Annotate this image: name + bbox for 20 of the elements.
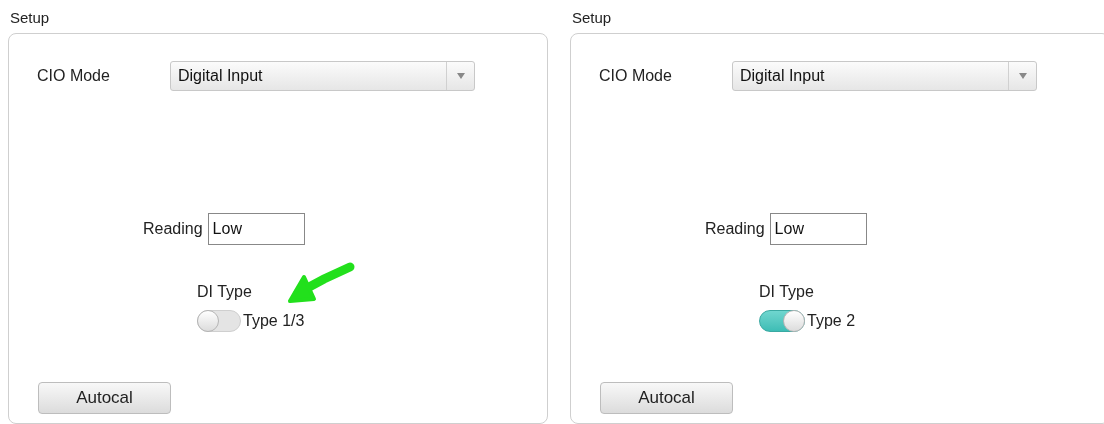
toggle-switch[interactable] xyxy=(197,309,241,332)
section-title: Setup xyxy=(572,9,612,28)
autocal-button[interactable]: Autocal xyxy=(38,381,171,414)
field-label: CIO Mode xyxy=(37,65,111,86)
mode-dropdown[interactable]: Digital Input xyxy=(170,60,475,91)
field-label: Reading xyxy=(705,218,765,239)
field-label: CIO Mode xyxy=(599,65,673,86)
dropdown-caret-icon xyxy=(1018,72,1027,79)
dropdown-caret-icon xyxy=(456,72,465,79)
mode-dropdown[interactable]: Digital Input xyxy=(732,60,1037,91)
field-label: DI Type xyxy=(759,281,814,302)
reading-field[interactable]: Low xyxy=(769,212,867,245)
field-label: Reading xyxy=(143,218,203,239)
section-title: Setup xyxy=(10,9,50,28)
toggle-label: Type 2 xyxy=(807,310,856,331)
autocal-button[interactable]: Autocal xyxy=(600,381,733,414)
toggle-label: Type 1/3 xyxy=(243,310,305,331)
reading-field[interactable]: Low xyxy=(207,212,305,245)
toggle-switch[interactable] xyxy=(759,309,805,332)
field-label: DI Type xyxy=(197,281,252,302)
